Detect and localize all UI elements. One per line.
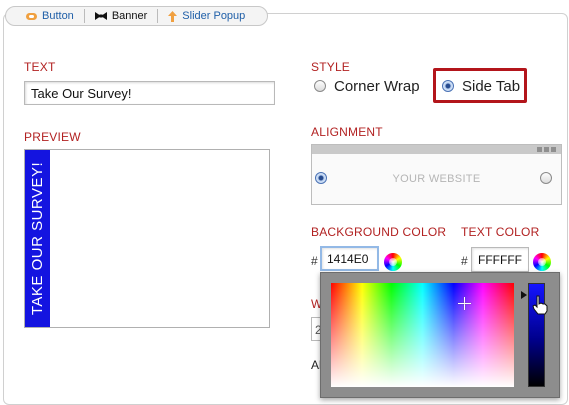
align-left-radio[interactable] bbox=[315, 172, 327, 184]
your-website-text: YOUR WEBSITE bbox=[392, 173, 481, 185]
browser-bar bbox=[312, 145, 561, 154]
background-color-input[interactable]: 1414E0 bbox=[320, 246, 379, 271]
window-dot bbox=[551, 147, 556, 152]
window-dot bbox=[544, 147, 549, 152]
up-arrow-icon bbox=[168, 10, 178, 22]
preview-box: TAKE OUR SURVEY! bbox=[24, 149, 270, 328]
hand-cursor-icon bbox=[532, 295, 548, 315]
window-dot bbox=[537, 147, 542, 152]
background-color-label: BACKGROUND COLOR bbox=[311, 225, 447, 239]
text-color-input[interactable]: FFFFFF bbox=[471, 247, 529, 272]
crosshair-icon[interactable] bbox=[458, 297, 471, 310]
hue-pointer-icon[interactable] bbox=[521, 291, 527, 299]
tab-banner-label: Banner bbox=[111, 10, 148, 22]
side-tab-preview-text: TAKE OUR SURVEY! bbox=[29, 161, 46, 316]
saturation-value-field[interactable] bbox=[331, 283, 514, 387]
tab-button[interactable]: Button bbox=[16, 9, 84, 23]
preview-label: PREVIEW bbox=[24, 130, 81, 144]
tab-button-label: Button bbox=[42, 10, 74, 22]
bowtie-icon bbox=[94, 12, 107, 20]
tab-text-input[interactable]: Take Our Survey! bbox=[24, 81, 275, 105]
corner-wrap-label[interactable]: Corner Wrap bbox=[334, 78, 420, 95]
color-wheel-icon[interactable] bbox=[533, 253, 551, 271]
alignment-preview: YOUR WEBSITE bbox=[311, 144, 562, 205]
tab-slider-popup-label: Slider Popup bbox=[182, 10, 246, 22]
pill-icon bbox=[26, 12, 37, 20]
corner-wrap-radio[interactable] bbox=[314, 80, 326, 92]
hash-symbol: # bbox=[461, 254, 468, 268]
widget-type-tabs: Button Banner Slider Popup bbox=[5, 6, 269, 26]
text-label: TEXT bbox=[24, 60, 56, 74]
style-label: STYLE bbox=[311, 60, 351, 74]
hash-symbol: # bbox=[311, 254, 318, 268]
side-tab-radio[interactable] bbox=[442, 80, 454, 92]
side-tab-preview: TAKE OUR SURVEY! bbox=[25, 150, 50, 327]
alignment-label: ALIGNMENT bbox=[311, 125, 383, 139]
text-color-label: TEXT COLOR bbox=[461, 225, 540, 239]
color-wheel-icon[interactable] bbox=[384, 253, 402, 271]
tab-banner[interactable]: Banner bbox=[83, 9, 157, 23]
color-picker-popup bbox=[320, 272, 560, 398]
side-tab-label[interactable]: Side Tab bbox=[462, 78, 520, 95]
tab-slider-popup[interactable]: Slider Popup bbox=[157, 9, 255, 23]
align-right-radio[interactable] bbox=[540, 172, 552, 184]
